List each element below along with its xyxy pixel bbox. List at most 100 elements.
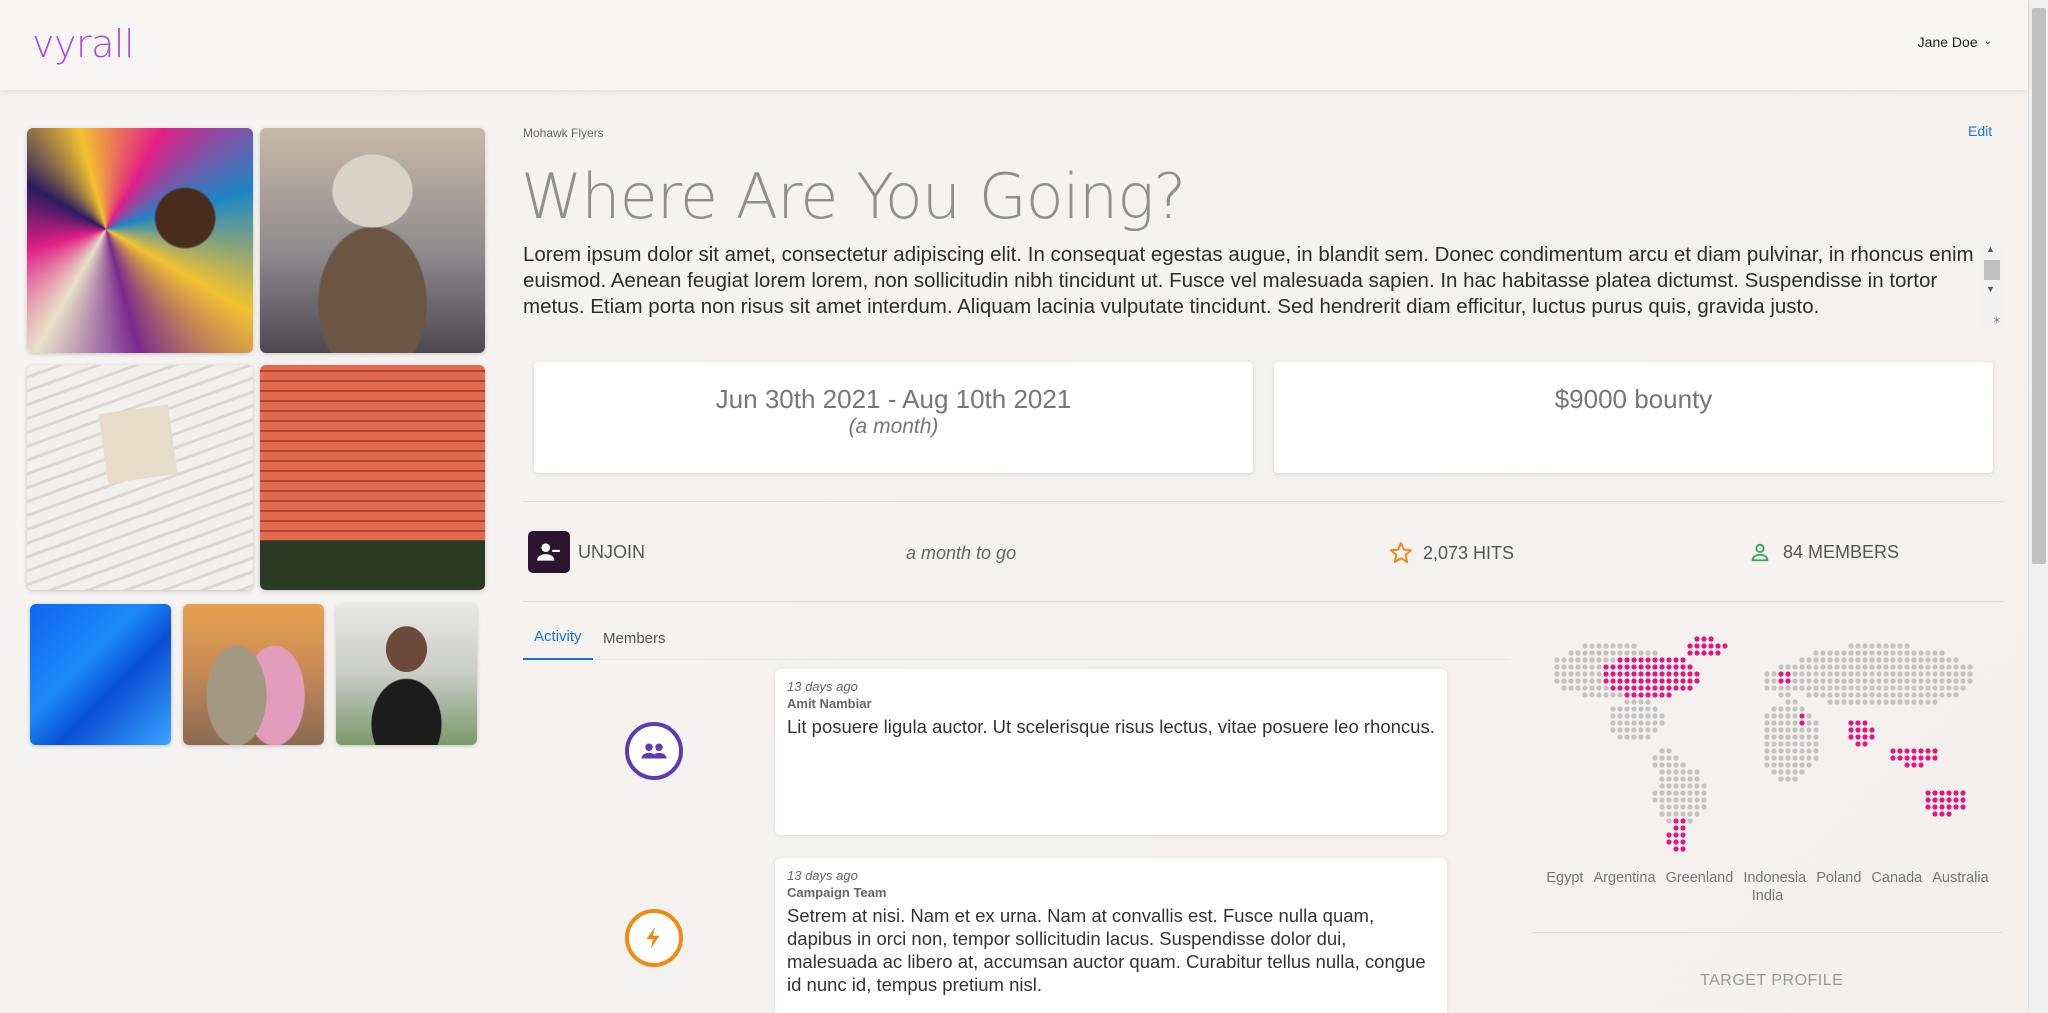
gallery-photo-sunglasses[interactable]	[336, 604, 477, 745]
map-dot-highlight	[1687, 650, 1693, 656]
map-dot	[1932, 664, 1938, 670]
map-dot	[1638, 699, 1644, 705]
breadcrumb[interactable]: Mohawk Flyers	[523, 126, 604, 140]
post-author[interactable]: Campaign Team	[787, 885, 1435, 900]
map-dot	[1841, 657, 1847, 663]
map-dot	[1624, 699, 1630, 705]
page-scrollbar[interactable]	[2028, 0, 2048, 1013]
map-dot	[1806, 692, 1812, 698]
map-dot	[1659, 811, 1665, 817]
gallery-photo-sneaker[interactable]	[27, 365, 253, 590]
map-dot-highlight	[1925, 797, 1931, 803]
map-dot-highlight	[1785, 671, 1791, 677]
map-dot	[1904, 671, 1910, 677]
map-dot	[1946, 671, 1952, 677]
map-dot	[1799, 762, 1805, 768]
tab-members[interactable]: Members	[603, 630, 666, 647]
map-dot	[1568, 678, 1574, 684]
map-dot	[1624, 734, 1630, 740]
map-dot	[1897, 664, 1903, 670]
map-dot	[1876, 692, 1882, 698]
gallery-photo-basket[interactable]	[27, 128, 253, 353]
gallery-photo-friends[interactable]	[183, 604, 324, 745]
map-dot	[1785, 769, 1791, 775]
map-dot-highlight	[1715, 643, 1721, 649]
map-dot	[1911, 699, 1917, 705]
scroll-up-icon[interactable]: ▲	[1986, 244, 1995, 254]
target-profile-heading: TARGET PROFILE	[1700, 972, 1844, 989]
map-dot	[1771, 755, 1777, 761]
map-dot	[1785, 720, 1791, 726]
map-dot	[1610, 692, 1616, 698]
map-dot	[1883, 692, 1889, 698]
map-dot-highlight	[1855, 741, 1861, 747]
map-dot-highlight	[1932, 804, 1938, 810]
description-scroll-thumb[interactable]	[1984, 260, 2000, 280]
description-box[interactable]: Lorem ipsum dolor sit amet, consectetur …	[523, 242, 2003, 328]
map-dot	[1554, 671, 1560, 677]
map-dot-highlight	[1694, 643, 1700, 649]
map-dot	[1897, 678, 1903, 684]
map-dot	[1883, 664, 1889, 670]
map-dot-highlight	[1624, 657, 1630, 663]
logo[interactable]: vyrall	[32, 22, 135, 66]
gallery-photo-helmet[interactable]	[260, 128, 485, 353]
scrollbar-thumb[interactable]	[2032, 8, 2046, 564]
map-dot	[1617, 643, 1623, 649]
map-dot	[1673, 804, 1679, 810]
map-dot	[1771, 769, 1777, 775]
map-dot	[1911, 685, 1917, 691]
gallery-photo-building[interactable]	[260, 365, 485, 590]
chevron-down-icon[interactable]: ⌄	[1984, 36, 1992, 47]
map-dot	[1631, 734, 1637, 740]
map-dot	[1589, 692, 1595, 698]
map-dot	[1568, 664, 1574, 670]
map-dot-highlight	[1638, 671, 1644, 677]
map-dot	[1645, 650, 1651, 656]
map-dot-highlight	[1687, 685, 1693, 691]
map-dot	[1939, 692, 1945, 698]
map-dot-highlight	[1953, 804, 1959, 810]
map-dot	[1925, 699, 1931, 705]
map-dot	[1792, 678, 1798, 684]
map-dot	[1806, 685, 1812, 691]
map-dot	[1813, 755, 1819, 761]
description-scrollbar[interactable]: ▲ ▼ ∗	[1981, 242, 2003, 328]
map-dot	[1834, 650, 1840, 656]
person-icon	[1751, 543, 1769, 562]
map-dot-highlight	[1673, 818, 1679, 824]
map-dot-highlight	[1715, 650, 1721, 656]
map-dot	[1820, 692, 1826, 698]
map-dot	[1785, 748, 1791, 754]
map-dot	[1946, 664, 1952, 670]
resize-grip-icon[interactable]: ∗	[1993, 315, 2001, 326]
map-dot	[1939, 685, 1945, 691]
map-dot	[1925, 664, 1931, 670]
map-dot	[1862, 678, 1868, 684]
tab-activity[interactable]: Activity	[534, 628, 582, 645]
map-dot-highlight	[1708, 636, 1714, 642]
map-dot-highlight	[1925, 755, 1931, 761]
post-author[interactable]: Amit Nambiar	[787, 696, 1435, 711]
map-dot	[1673, 783, 1679, 789]
user-name[interactable]: Jane Doe	[1918, 34, 1978, 50]
map-dot	[1666, 811, 1672, 817]
dates-card: Jun 30th 2021 - Aug 10th 2021 (a month)	[534, 362, 1253, 473]
world-map[interactable]	[1540, 636, 1994, 856]
scroll-down-icon[interactable]: ▼	[1986, 284, 1995, 294]
map-dot-highlight	[1687, 664, 1693, 670]
gallery-photo-blue-stairs[interactable]	[30, 604, 171, 745]
unjoin-button[interactable]	[528, 531, 570, 573]
map-dot	[1554, 664, 1560, 670]
map-dot	[1813, 650, 1819, 656]
user-menu[interactable]: Jane Doe ⌄	[1918, 34, 1992, 50]
unjoin-label[interactable]: UNJOIN	[578, 542, 645, 563]
map-dot	[1589, 643, 1595, 649]
map-dot	[1876, 699, 1882, 705]
map-dot	[1596, 671, 1602, 677]
map-dot	[1785, 727, 1791, 733]
feed-post: 13 days ago Amit Nambiar Lit posuere lig…	[775, 669, 1447, 835]
edit-link[interactable]: Edit	[1968, 123, 1992, 139]
map-dot	[1792, 720, 1798, 726]
map-dot	[1806, 727, 1812, 733]
